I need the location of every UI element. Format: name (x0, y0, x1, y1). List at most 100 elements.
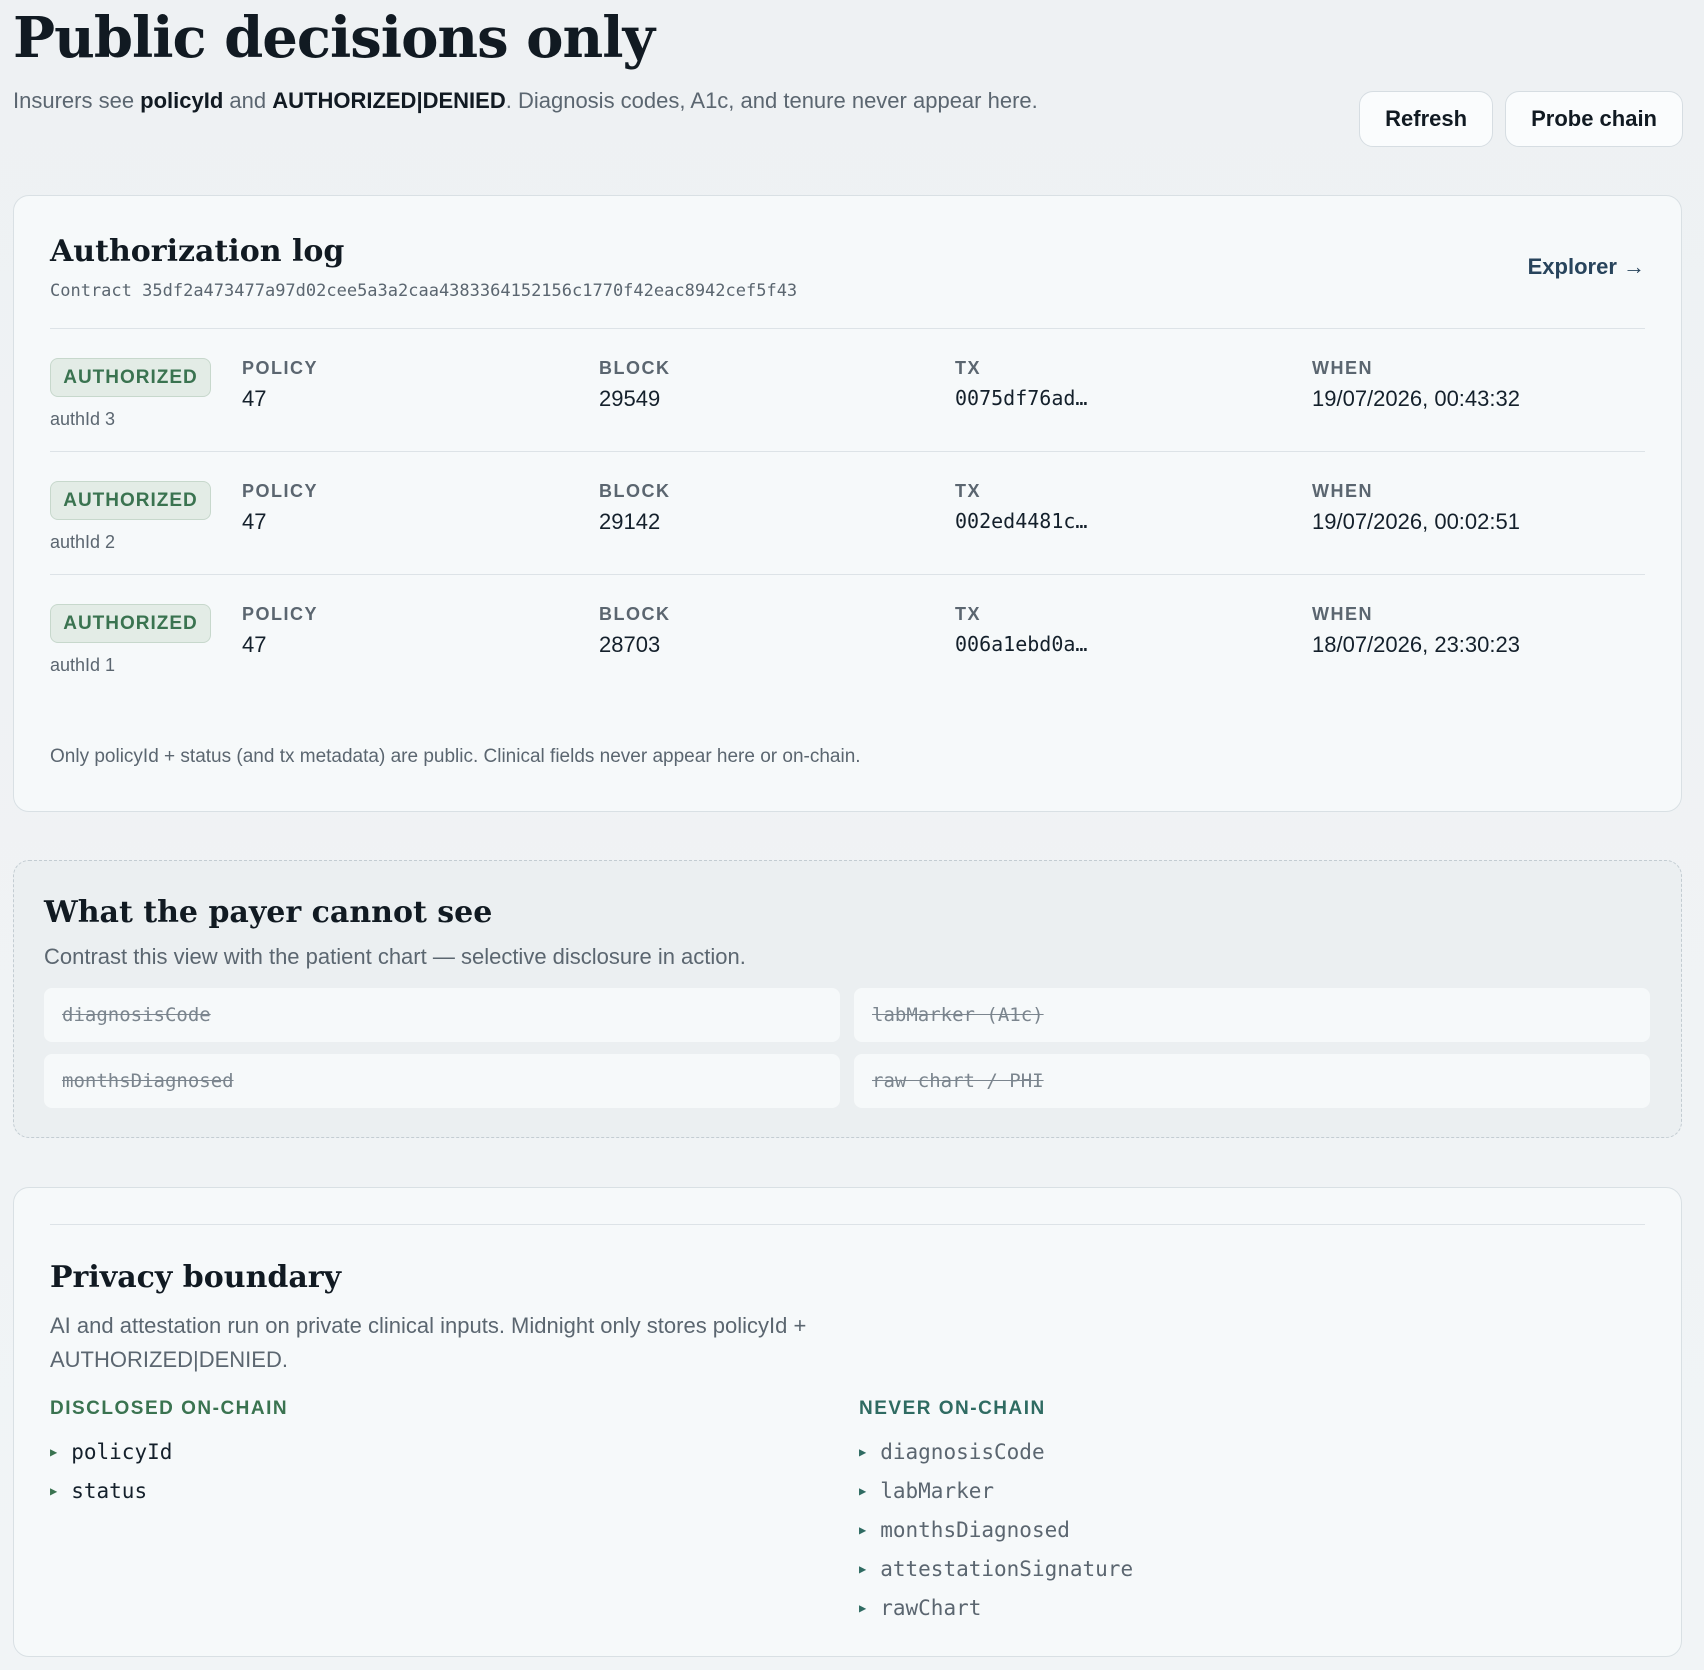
when-label: WHEN (1312, 358, 1373, 378)
triangle-bullet-icon: ▶ (50, 1483, 58, 1498)
authorization-row: AUTHORIZED authId 2 POLICY 47 BLOCK 2914… (50, 452, 1645, 575)
tx-field: TX 0075df76ad… (955, 358, 1087, 410)
authorization-log-title: Authorization log (50, 234, 345, 269)
privacy-boundary-header: Privacy boundary AI and attestation run … (50, 1260, 990, 1377)
list-item-text: rawChart (880, 1595, 982, 1620)
triangle-bullet-icon: ▶ (859, 1444, 867, 1459)
payer-cannot-see-card: What the payer cannot see Contrast this … (13, 860, 1682, 1138)
privacy-boundary-divider (50, 1224, 1645, 1225)
page-subtitle: Insurers see policyId and AUTHORIZED|DEN… (13, 84, 1043, 118)
privacy-boundary-title: Privacy boundary (50, 1260, 342, 1295)
list-item: ▶ monthsDiagnosed (859, 1510, 1133, 1549)
when-label: WHEN (1312, 604, 1373, 624)
triangle-bullet-icon: ▶ (50, 1444, 58, 1459)
disclosed-list: ▶ policyId ▶ status (50, 1432, 288, 1510)
list-item: ▶ attestationSignature (859, 1549, 1133, 1588)
authorization-rows: AUTHORIZED authId 3 POLICY 47 BLOCK 2954… (50, 329, 1645, 698)
triangle-bullet-icon: ▶ (859, 1561, 867, 1576)
tx-field: TX 002ed4481c… (955, 481, 1087, 533)
triangle-bullet-icon: ▶ (859, 1600, 867, 1615)
page-header: Public decisions only Insurers see polic… (13, 6, 1683, 156)
when-field: WHEN 19/07/2026, 00:43:32 (1312, 358, 1520, 412)
list-item-text: monthsDiagnosed (880, 1517, 1070, 1542)
triangle-bullet-icon: ▶ (859, 1483, 867, 1498)
never-column: NEVER ON-CHAIN ▶ diagnosisCode ▶ labMarker… (859, 1398, 1133, 1627)
hidden-field: labMarker (A1c) (854, 988, 1650, 1042)
when-value: 18/07/2026, 23:30:23 (1312, 632, 1520, 657)
list-item-text: policyId (71, 1439, 173, 1464)
page-title: Public decisions only (13, 5, 655, 71)
status-badge: AUTHORIZED (50, 481, 211, 520)
list-item: ▶ status (50, 1471, 288, 1510)
list-item: ▶ policyId (50, 1432, 288, 1471)
tx-value[interactable]: 0075df76ad… (955, 386, 1087, 410)
subtitle-policyid: policyId (140, 88, 224, 113)
privacy-boundary-subtitle: AI and attestation run on private clinic… (50, 1313, 807, 1372)
auth-id: authId 3 (50, 409, 116, 429)
hidden-fields-grid: diagnosisCode labMarker (A1c) monthsDiag… (44, 988, 1651, 1108)
tx-label: TX (955, 358, 982, 378)
block-field: BLOCK 29549 (599, 358, 671, 412)
policy-label: POLICY (242, 358, 319, 378)
block-label: BLOCK (599, 481, 671, 501)
tx-value[interactable]: 006a1ebd0a… (955, 632, 1087, 656)
contract-label: Contract (50, 281, 132, 301)
privacy-boundary-card: Privacy boundary AI and attestation run … (13, 1187, 1682, 1657)
block-field: BLOCK 29142 (599, 481, 671, 535)
policy-field: POLICY 47 (242, 481, 318, 535)
contract-id: 35df2a473477a97d02cee5a3a2caa43833641521… (142, 281, 798, 301)
authorization-row: AUTHORIZED authId 3 POLICY 47 BLOCK 2954… (50, 329, 1645, 452)
list-item-text: diagnosisCode (880, 1439, 1045, 1464)
list-item-text: attestationSignature (880, 1556, 1134, 1581)
hidden-field: diagnosisCode (44, 988, 840, 1042)
never-label: NEVER ON-CHAIN (859, 1398, 1046, 1419)
hidden-field: raw chart / PHI (854, 1054, 1650, 1108)
contract-line: Contract 35df2a473477a97d02cee5a3a2caa43… (50, 281, 1645, 301)
never-list: ▶ diagnosisCode ▶ labMarker ▶ monthsDiagnos… (859, 1432, 1133, 1627)
policy-value: 47 (242, 386, 267, 411)
tx-value[interactable]: 002ed4481c… (955, 509, 1087, 533)
block-label: BLOCK (599, 358, 671, 378)
payer-cannot-see-header: What the payer cannot see Contrast this … (44, 895, 746, 970)
payer-cannot-see-title: What the payer cannot see (44, 895, 493, 930)
authorization-log-card: Authorization log Contract 35df2a473477a… (13, 195, 1682, 812)
policy-value: 47 (242, 632, 267, 657)
list-item-text: labMarker (880, 1478, 995, 1503)
block-value: 29549 (599, 386, 661, 411)
probe-chain-button[interactable]: Probe chain (1505, 91, 1683, 147)
subtitle-prefix: Insurers see (13, 88, 141, 113)
tx-label: TX (955, 604, 982, 624)
subtitle-mid: and (223, 88, 273, 113)
refresh-button[interactable]: Refresh (1359, 91, 1494, 147)
block-value: 29142 (599, 509, 661, 534)
payer-cannot-see-subtitle: Contrast this view with the patient char… (44, 944, 746, 969)
list-item: ▶ labMarker (859, 1471, 1133, 1510)
policy-label: POLICY (242, 481, 319, 501)
status-badge: AUTHORIZED (50, 604, 211, 643)
explorer-link[interactable]: Explorer → (1528, 254, 1645, 280)
when-label: WHEN (1312, 481, 1373, 501)
when-field: WHEN 19/07/2026, 00:02:51 (1312, 481, 1520, 535)
subtitle-status: AUTHORIZED|DENIED (272, 88, 506, 113)
policy-label: POLICY (242, 604, 319, 624)
policy-value: 47 (242, 509, 267, 534)
block-value: 28703 (599, 632, 661, 657)
disclosed-label: DISCLOSED ON-CHAIN (50, 1398, 289, 1419)
authorization-log-header: Authorization log Contract 35df2a473477a… (50, 234, 1645, 301)
hidden-field: monthsDiagnosed (44, 1054, 840, 1108)
policy-field: POLICY 47 (242, 604, 318, 658)
list-item: ▶ diagnosisCode (859, 1432, 1133, 1471)
authorization-footnote: Only policyId + status (and tx metadata)… (50, 746, 861, 767)
tx-field: TX 006a1ebd0a… (955, 604, 1087, 656)
list-item-text: status (71, 1478, 148, 1503)
when-value: 19/07/2026, 00:02:51 (1312, 509, 1520, 534)
block-label: BLOCK (599, 604, 671, 624)
status-badge: AUTHORIZED (50, 358, 211, 397)
when-field: WHEN 18/07/2026, 23:30:23 (1312, 604, 1520, 658)
auth-id: authId 2 (50, 532, 116, 552)
triangle-bullet-icon: ▶ (859, 1522, 867, 1537)
when-value: 19/07/2026, 00:43:32 (1312, 386, 1520, 411)
header-actions: Refresh Probe chain (1359, 91, 1683, 147)
block-field: BLOCK 28703 (599, 604, 671, 658)
disclosed-column: DISCLOSED ON-CHAIN ▶ policyId ▶ status (50, 1398, 288, 1510)
